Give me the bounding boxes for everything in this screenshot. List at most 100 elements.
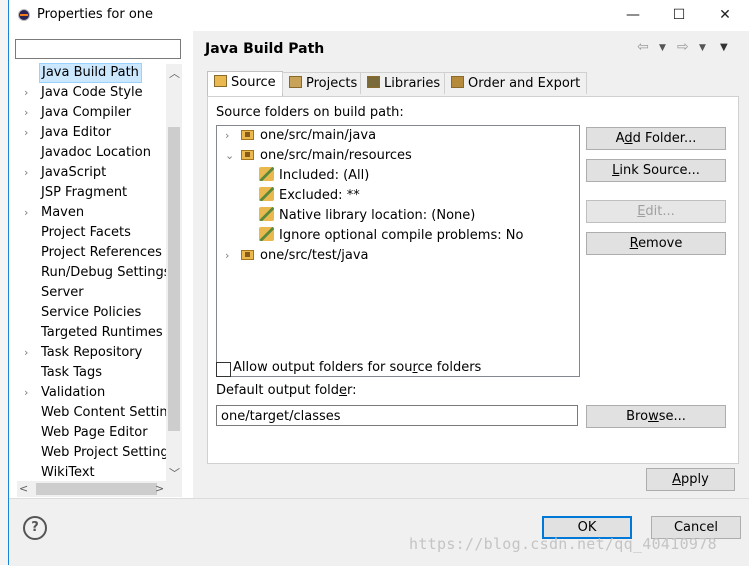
- nav-item-label: Validation: [41, 385, 106, 400]
- expand-chevron-icon[interactable]: ›: [225, 246, 237, 266]
- nav-item-label: Project References: [41, 245, 162, 260]
- nav-item-label: Project Facets: [41, 225, 131, 240]
- nav-item[interactable]: › JavaScript: [9, 163, 179, 183]
- property-page-tree: Java Build Path › Java Code Style › Java Com…: [9, 63, 179, 483]
- minimize-button[interactable]: —: [610, 0, 656, 31]
- collapse-chevron-icon[interactable]: ⌄: [225, 146, 237, 166]
- source-folder-attribute[interactable]: Ignore optional compile problems: No: [259, 226, 523, 246]
- nav-item-label: Web Project Settings: [41, 445, 176, 460]
- background-window-edge: [0, 0, 8, 565]
- nav-item[interactable]: Project References: [9, 243, 179, 263]
- nav-item[interactable]: Service Policies: [9, 303, 179, 323]
- forward-arrow-icon[interactable]: ⇨: [677, 39, 689, 55]
- close-button[interactable]: ✕: [702, 0, 748, 31]
- tab-libraries[interactable]: Libraries: [360, 72, 448, 94]
- expand-chevron-icon[interactable]: ›: [24, 343, 34, 363]
- title-bar: Properties for one — ☐ ✕: [9, 0, 749, 31]
- nav-item[interactable]: › Java Code Style: [9, 83, 179, 103]
- nav-item[interactable]: Project Facets: [9, 223, 179, 243]
- nav-item-label: Targeted Runtimes: [41, 325, 163, 340]
- source-folder-icon: [241, 128, 256, 140]
- nav-item[interactable]: › Maven: [9, 203, 179, 223]
- nav-item-label: JavaScript: [41, 165, 107, 180]
- nav-item[interactable]: › Java Editor: [9, 123, 179, 143]
- projects-icon: [289, 76, 302, 88]
- window-title: Properties for one: [37, 7, 154, 22]
- tab-order-and-export[interactable]: Order and Export: [444, 72, 588, 94]
- scroll-up-icon[interactable]: ︿: [169, 65, 180, 81]
- tab-projects[interactable]: Projects: [282, 72, 365, 94]
- nav-item[interactable]: Task Tags: [9, 363, 179, 383]
- nav-item-label: Task Repository: [41, 345, 143, 360]
- nav-item-label: Java Compiler: [41, 105, 132, 120]
- vertical-scroll-thumb[interactable]: [168, 127, 180, 431]
- nav-item[interactable]: › Java Compiler: [9, 103, 179, 123]
- attribute-text: Ignore optional compile problems: No: [279, 228, 524, 243]
- allow-output-folders-checkbox[interactable]: [216, 362, 231, 377]
- nav-item[interactable]: Web Page Editor: [9, 423, 179, 443]
- back-arrow-icon[interactable]: ⇦: [637, 39, 649, 55]
- add-folder-button[interactable]: Add Folder...: [586, 127, 726, 150]
- default-output-folder-field[interactable]: one/target/classes: [216, 405, 578, 426]
- nav-item-label: JSP Fragment: [41, 185, 128, 200]
- nav-item[interactable]: Web Content Settings: [9, 403, 179, 423]
- nav-item[interactable]: Server: [9, 283, 179, 303]
- expand-chevron-icon[interactable]: ›: [24, 123, 34, 143]
- tab-label: Source: [231, 75, 276, 90]
- nav-item[interactable]: › Task Repository: [9, 343, 179, 363]
- help-icon[interactable]: ?: [23, 516, 47, 540]
- nav-item[interactable]: WikiText: [9, 463, 179, 483]
- scroll-left-icon[interactable]: <: [19, 482, 28, 495]
- nav-item[interactable]: Java Build Path: [9, 63, 179, 83]
- view-menu-icon[interactable]: ▼: [720, 42, 728, 53]
- eclipse-icon: [18, 9, 30, 21]
- nav-item[interactable]: JSP Fragment: [9, 183, 179, 203]
- back-menu-icon[interactable]: ▼: [659, 43, 666, 53]
- nav-item-label: WikiText: [41, 465, 95, 480]
- nav-item[interactable]: Run/Debug Settings: [9, 263, 179, 283]
- edit-button[interactable]: Edit...: [586, 200, 726, 223]
- expand-chevron-icon[interactable]: ›: [24, 103, 34, 123]
- order-export-icon: [451, 76, 464, 88]
- nav-item[interactable]: Javadoc Location: [9, 143, 179, 163]
- nav-item-label: Service Policies: [41, 305, 142, 320]
- source-folder-attribute[interactable]: Excluded: **: [259, 186, 360, 206]
- link-source-button[interactable]: Link Source...: [586, 159, 726, 182]
- forward-menu-icon[interactable]: ▼: [699, 43, 706, 53]
- nav-item-label: Javadoc Location: [41, 145, 151, 160]
- remove-button[interactable]: Remove: [586, 232, 726, 255]
- inclusion-filter-icon: [259, 167, 274, 181]
- tab-source[interactable]: Source: [207, 71, 283, 96]
- source-folder-attribute[interactable]: Native library location: (None): [259, 206, 475, 226]
- expand-chevron-icon[interactable]: ›: [24, 383, 34, 403]
- filter-input[interactable]: [15, 39, 181, 59]
- page-title: Java Build Path: [205, 41, 325, 57]
- nav-item-label: Run/Debug Settings: [41, 265, 171, 280]
- scroll-down-icon[interactable]: ﹀: [169, 465, 180, 481]
- expand-chevron-icon[interactable]: ›: [24, 203, 34, 223]
- expand-chevron-icon[interactable]: ›: [225, 126, 237, 146]
- expand-chevron-icon[interactable]: ›: [24, 83, 34, 103]
- maximize-button[interactable]: ☐: [656, 0, 702, 31]
- expand-chevron-icon[interactable]: ›: [24, 163, 34, 183]
- browse-button[interactable]: Browse...: [586, 405, 726, 428]
- nav-item[interactable]: Web Project Settings: [9, 443, 179, 463]
- horizontal-scroll-thumb[interactable]: [36, 483, 157, 495]
- property-page-nav: Java Build Path › Java Code Style › Java Com…: [9, 31, 193, 498]
- nav-item[interactable]: › Validation: [9, 383, 179, 403]
- watermark-text: https://blog.csdn.net/qq_40410978: [409, 535, 717, 553]
- nav-item[interactable]: Targeted Runtimes: [9, 323, 179, 343]
- source-folder-path: one/src/main/java: [260, 128, 377, 143]
- attribute-text: Native library location: (None): [279, 208, 476, 223]
- source-folder-attribute[interactable]: Included: (All): [259, 166, 369, 186]
- scroll-right-icon[interactable]: >: [155, 482, 164, 495]
- apply-button[interactable]: Apply: [646, 468, 735, 491]
- allow-output-folders-label: Allow output folders for source folders: [233, 360, 482, 375]
- source-folder-entry: one/src/main/java: [241, 126, 376, 146]
- nav-item-label: Web Page Editor: [41, 425, 148, 440]
- tab-label: Order and Export: [468, 76, 581, 91]
- nav-item-label: Task Tags: [41, 365, 102, 380]
- tab-label: Libraries: [384, 76, 441, 91]
- source-folder-icon: [241, 248, 256, 260]
- source-folder-tree[interactable]: › one/src/main/java ⌄ one/src/main/resource…: [216, 125, 580, 377]
